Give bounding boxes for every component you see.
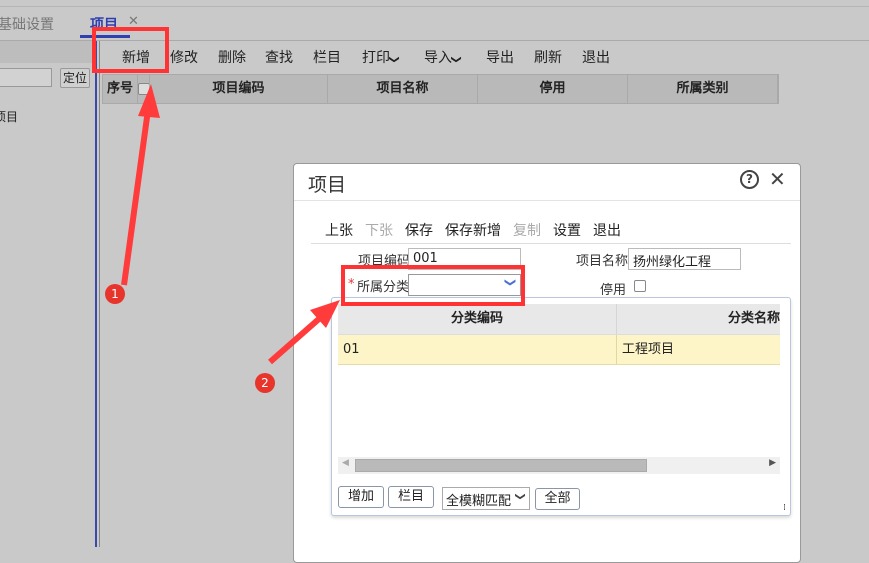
arrow-2	[268, 300, 340, 365]
step-badge-2: 2	[255, 373, 275, 393]
annotation-arrows	[121, 84, 340, 365]
arrow-1	[121, 84, 160, 286]
step-badge-1: 1	[105, 284, 125, 304]
